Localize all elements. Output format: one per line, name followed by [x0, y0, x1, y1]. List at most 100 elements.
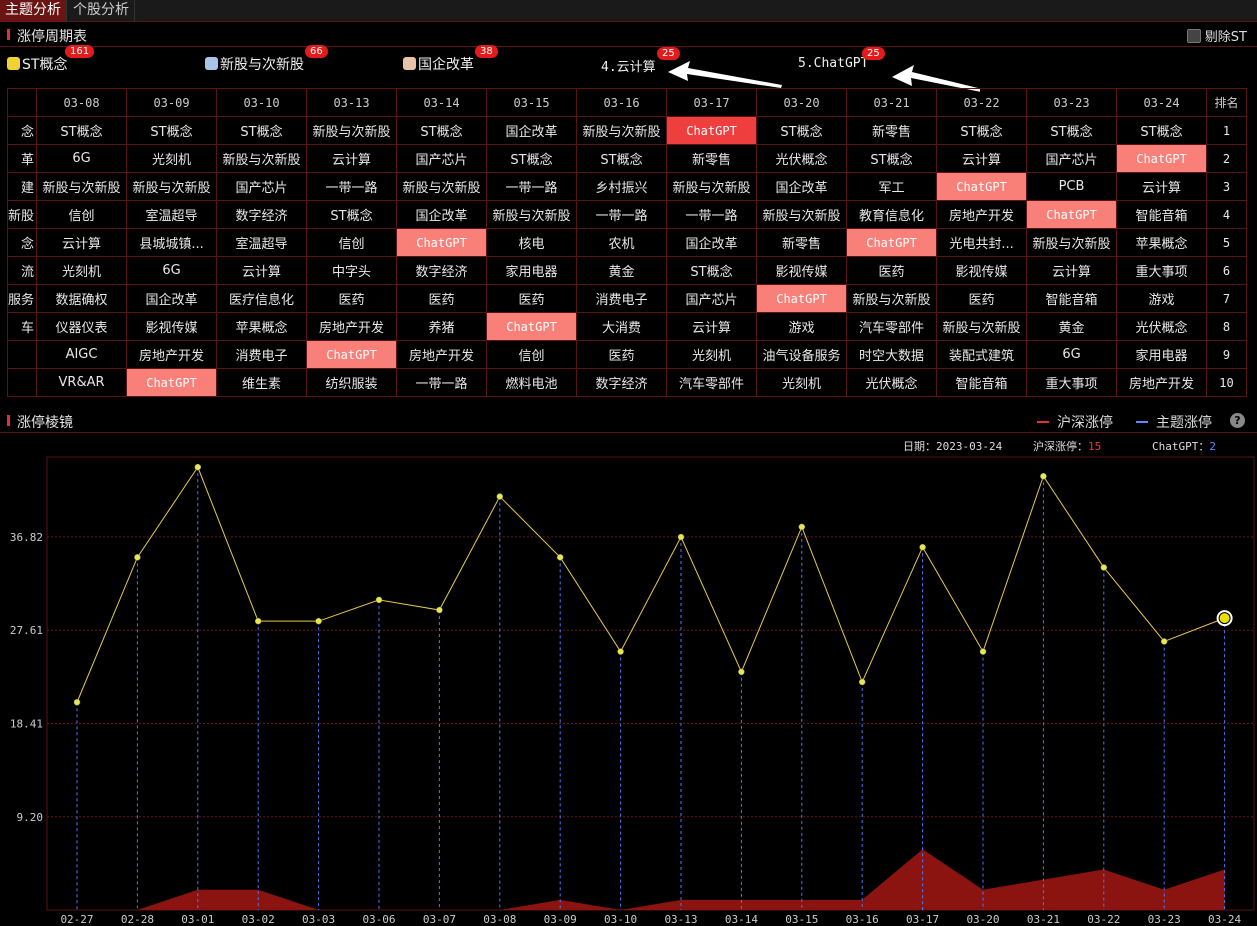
table-cell[interactable]: 黄金: [1026, 312, 1118, 341]
legend-theme[interactable]: 主题涨停: [1136, 412, 1212, 432]
table-cell[interactable]: 大消费: [576, 312, 668, 341]
table-cell[interactable]: 信创: [486, 340, 578, 369]
table-cell[interactable]: 智能音箱: [1026, 284, 1118, 313]
table-cell[interactable]: 装配式建筑: [936, 340, 1028, 369]
table-cell[interactable]: 房地产开发: [306, 312, 398, 341]
table-cell[interactable]: 信创: [36, 200, 128, 229]
table-cell[interactable]: ChatGPT: [396, 228, 488, 257]
table-cell[interactable]: 时空大数据: [846, 340, 938, 369]
table-cell[interactable]: ST概念: [1026, 116, 1118, 145]
table-cell[interactable]: 医药: [576, 340, 668, 369]
date-header[interactable]: 03-09: [126, 88, 218, 117]
table-cell[interactable]: 核电: [486, 228, 578, 257]
table-cell[interactable]: 医药: [306, 284, 398, 313]
table-cell[interactable]: 室温超导: [216, 228, 308, 257]
table-cell[interactable]: 智能音箱: [936, 368, 1028, 397]
table-cell[interactable]: ChatGPT: [306, 340, 398, 369]
table-cell[interactable]: 房地产开发: [1116, 368, 1208, 397]
table-cell[interactable]: 医药: [846, 256, 938, 285]
date-header[interactable]: 03-17: [666, 88, 758, 117]
table-cell[interactable]: 苹果概念: [216, 312, 308, 341]
date-header[interactable]: 03-22: [936, 88, 1028, 117]
table-cell[interactable]: ST概念: [576, 144, 668, 173]
table-cell[interactable]: 新股与次新股: [576, 116, 668, 145]
table-cell[interactable]: 医疗信息化: [216, 284, 308, 313]
table-cell[interactable]: ChatGPT: [756, 284, 848, 313]
table-cell[interactable]: ST概念: [666, 256, 758, 285]
table-cell[interactable]: 家用电器: [1116, 340, 1208, 369]
table-cell[interactable]: 新零售: [846, 116, 938, 145]
theme-item-cloud[interactable]: 4.云计算 25: [601, 47, 680, 75]
table-cell[interactable]: ChatGPT: [846, 228, 938, 257]
table-cell[interactable]: PCB: [1026, 172, 1118, 201]
table-cell[interactable]: 燃料电池: [486, 368, 578, 397]
table-cell[interactable]: 国产芯片: [666, 284, 758, 313]
table-cell[interactable]: VR&AR: [36, 368, 128, 397]
table-cell[interactable]: 云计算: [936, 144, 1028, 173]
table-cell[interactable]: 国企改革: [486, 116, 578, 145]
table-cell[interactable]: 重大事项: [1116, 256, 1208, 285]
date-header[interactable]: 03-13: [306, 88, 398, 117]
date-header[interactable]: 03-24: [1116, 88, 1208, 117]
table-cell[interactable]: 6G: [126, 256, 218, 285]
tab-stock-analysis[interactable]: 个股分析: [68, 0, 135, 22]
date-header[interactable]: 03-14: [396, 88, 488, 117]
date-header[interactable]: 03-23: [1026, 88, 1118, 117]
table-cell[interactable]: 建: [6, 172, 38, 201]
table-cell[interactable]: 汽车零部件: [846, 312, 938, 341]
table-cell[interactable]: 医药: [486, 284, 578, 313]
tab-theme-analysis[interactable]: 主题分析: [0, 0, 67, 22]
table-cell[interactable]: ChatGPT: [1116, 144, 1208, 173]
legend-hs[interactable]: 沪深涨停: [1037, 412, 1113, 432]
table-cell[interactable]: 新股与次新股: [126, 172, 218, 201]
table-cell[interactable]: 影视传媒: [936, 256, 1028, 285]
table-cell[interactable]: ST概念: [756, 116, 848, 145]
table-cell[interactable]: 苹果概念: [1116, 228, 1208, 257]
table-cell[interactable]: 医药: [936, 284, 1028, 313]
date-header[interactable]: 03-21: [846, 88, 938, 117]
exclude-st-toggle[interactable]: 剔除ST: [1186, 26, 1247, 45]
table-cell[interactable]: ChatGPT: [126, 368, 218, 397]
table-cell[interactable]: ST概念: [126, 116, 218, 145]
table-cell[interactable]: 农机: [576, 228, 668, 257]
table-cell[interactable]: 汽车零部件: [666, 368, 758, 397]
table-cell[interactable]: 室温超导: [126, 200, 218, 229]
table-cell[interactable]: 6G: [36, 144, 128, 173]
table-cell[interactable]: 光伏概念: [1116, 312, 1208, 341]
table-cell[interactable]: 新股与次新股: [396, 172, 488, 201]
table-cell[interactable]: 革: [6, 144, 38, 173]
table-cell[interactable]: ChatGPT: [1026, 200, 1118, 229]
table-cell[interactable]: 一带一路: [666, 200, 758, 229]
table-cell[interactable]: ST概念: [846, 144, 938, 173]
table-cell[interactable]: 一带一路: [486, 172, 578, 201]
table-cell[interactable]: 光刻机: [756, 368, 848, 397]
table-cell[interactable]: 新股与次新股: [1026, 228, 1118, 257]
table-cell[interactable]: 纺织服装: [306, 368, 398, 397]
table-cell[interactable]: ST概念: [306, 200, 398, 229]
table-cell[interactable]: 消费电子: [576, 284, 668, 313]
table-cell[interactable]: 房地产开发: [396, 340, 488, 369]
table-cell[interactable]: 教育信息化: [846, 200, 938, 229]
table-cell[interactable]: 新股与次新股: [756, 200, 848, 229]
table-cell[interactable]: 新股与次新股: [486, 200, 578, 229]
table-cell[interactable]: 服务: [6, 284, 38, 313]
table-cell[interactable]: 国企改革: [756, 172, 848, 201]
table-cell[interactable]: 重大事项: [1026, 368, 1118, 397]
table-cell[interactable]: ST概念: [486, 144, 578, 173]
table-cell[interactable]: 新股与次新股: [936, 312, 1028, 341]
table-cell[interactable]: 云计算: [36, 228, 128, 257]
table-cell[interactable]: 新零售: [756, 228, 848, 257]
table-cell[interactable]: 新股: [6, 200, 38, 229]
table-cell[interactable]: 仪器仪表: [36, 312, 128, 341]
date-header[interactable]: 03-16: [576, 88, 668, 117]
table-cell[interactable]: 国企改革: [396, 200, 488, 229]
table-cell[interactable]: ST概念: [216, 116, 308, 145]
table-cell[interactable]: [6, 340, 38, 369]
table-cell[interactable]: 国产芯片: [1026, 144, 1118, 173]
table-cell[interactable]: 云计算: [1116, 172, 1208, 201]
table-cell[interactable]: 光电共封...: [936, 228, 1028, 257]
table-cell[interactable]: 光伏概念: [756, 144, 848, 173]
table-cell[interactable]: ST概念: [396, 116, 488, 145]
table-cell[interactable]: 新股与次新股: [666, 172, 758, 201]
table-cell[interactable]: 家用电器: [486, 256, 578, 285]
